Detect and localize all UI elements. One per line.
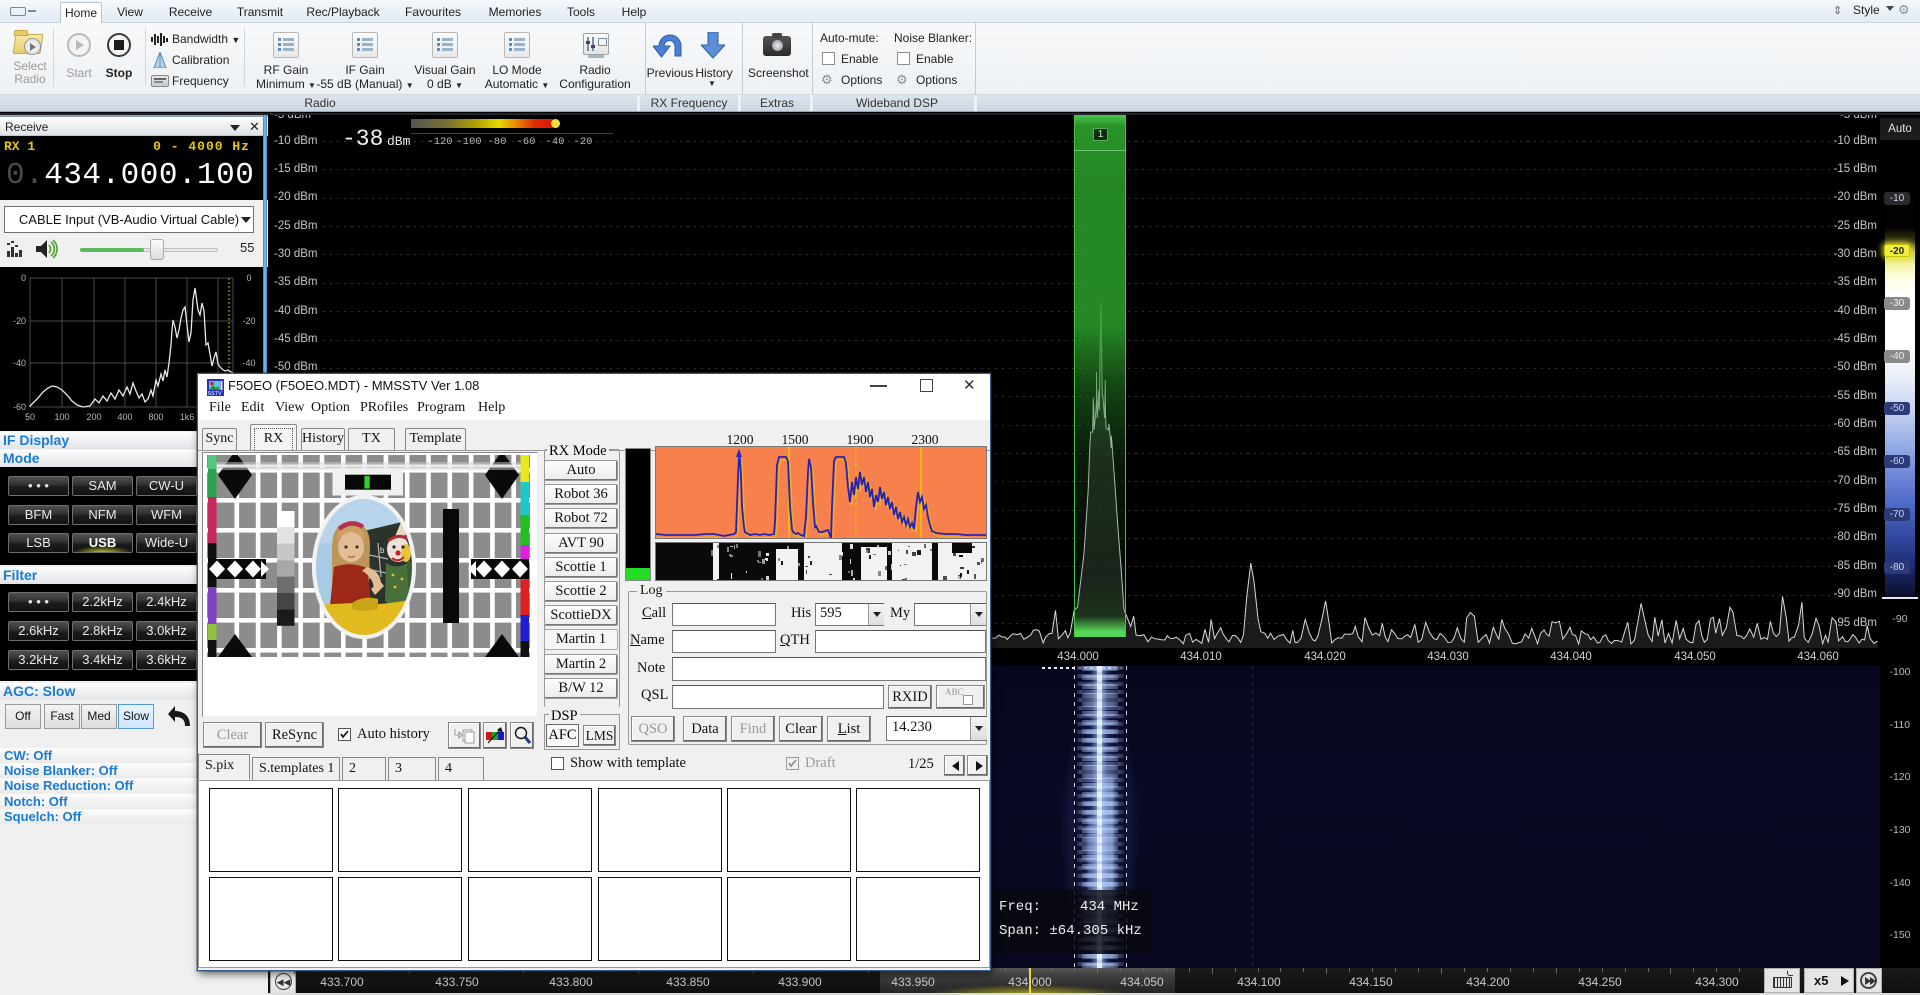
svg-text:-60: -60 [13,402,26,412]
svg-text:0: 0 [21,273,26,283]
svg-text:0: 0 [246,273,251,283]
svg-text:50: 50 [25,412,35,422]
svg-text:100: 100 [54,412,69,422]
svg-text:200: 200 [86,412,101,422]
svg-text:b: b [380,546,385,555]
svg-text:-20: -20 [13,316,26,326]
svg-text:-40: -40 [242,358,255,368]
svg-text:-40: -40 [13,358,26,368]
svg-text:400: 400 [117,412,132,422]
svg-text:800: 800 [148,412,163,422]
svg-text:1k6: 1k6 [180,412,195,422]
svg-text:-20: -20 [242,316,255,326]
svg-text:SSTV: SSTV [207,391,222,396]
